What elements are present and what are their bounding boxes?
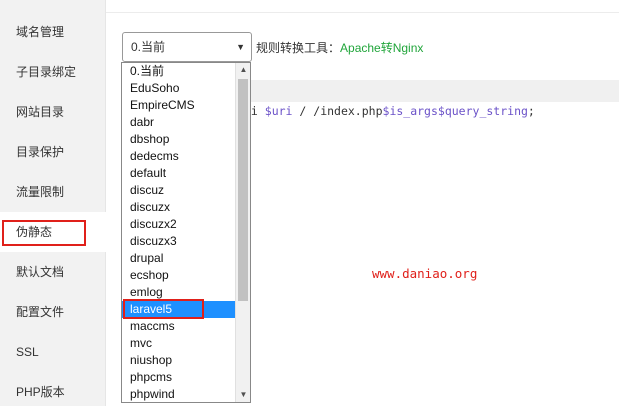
sidebar-item-default-doc[interactable]: 默认文档 <box>0 252 106 292</box>
code-line[interactable]: ri $uri / /index.php$is_args$query_strin… <box>244 104 535 118</box>
sidebar-item-dir-protect[interactable]: 目录保护 <box>0 132 106 172</box>
option-item[interactable]: phpcms <box>122 369 235 386</box>
chevron-down-icon: ▼ <box>236 42 245 52</box>
option-item-laravel5[interactable]: laravel5 <box>122 301 235 318</box>
scroll-up-icon[interactable]: ▲ <box>236 63 250 77</box>
sidebar-item-site-dir[interactable]: 网站目录 <box>0 92 106 132</box>
option-item[interactable]: 0.当前 <box>122 63 235 80</box>
option-item[interactable]: emlog <box>122 284 235 301</box>
sidebar-item-domain[interactable]: 域名管理 <box>0 12 106 52</box>
code-variable: $uri <box>264 104 293 118</box>
option-item[interactable]: mvc <box>122 335 235 352</box>
tool-label: 规则转换工具： <box>256 41 341 55</box>
sidebar-item-ssl[interactable]: SSL <box>0 332 106 372</box>
option-item[interactable]: dedecms <box>122 148 235 165</box>
sidebar: 域名管理 子目录绑定 网站目录 目录保护 流量限制 伪静态 默认文档 配置文件 … <box>0 0 106 406</box>
select-value: 0.当前 <box>131 40 166 54</box>
option-item[interactable]: niushop <box>122 352 235 369</box>
rule-convert-tool: 规则转换工具：Apache转Nginx <box>256 39 423 56</box>
option-item[interactable]: default <box>122 165 235 182</box>
rewrite-options-dropdown[interactable]: 0.当前 EduSoho EmpireCMS dabr dbshop dedec… <box>121 62 251 403</box>
option-item[interactable]: drupal <box>122 250 235 267</box>
option-item[interactable]: ecshop <box>122 267 235 284</box>
option-item[interactable]: EduSoho <box>122 80 235 97</box>
sidebar-item-rewrite[interactable]: 伪静态 <box>0 212 106 252</box>
code-token: ; <box>527 104 535 118</box>
option-item[interactable]: discuz <box>122 182 235 199</box>
editor-gutter-bar <box>251 80 619 102</box>
option-item[interactable]: discuzx <box>122 199 235 216</box>
rewrite-template-select[interactable]: 0.当前 ▼ <box>122 32 252 62</box>
sidebar-item-php[interactable]: PHP版本 <box>0 372 106 406</box>
option-item[interactable]: discuzx2 <box>122 216 235 233</box>
sidebar-item-subdir[interactable]: 子目录绑定 <box>0 52 106 92</box>
option-item[interactable]: discuzx3 <box>122 233 235 250</box>
sidebar-item-traffic[interactable]: 流量限制 <box>0 172 106 212</box>
code-token: / /index.php <box>299 104 383 118</box>
option-item[interactable]: phpwind <box>122 386 235 402</box>
option-item[interactable]: dabr <box>122 114 235 131</box>
scroll-down-icon[interactable]: ▼ <box>236 388 250 402</box>
dropdown-scrollbar[interactable]: ▲ ▼ <box>235 63 250 402</box>
apache-to-nginx-link[interactable]: Apache转Nginx <box>340 41 423 55</box>
top-divider <box>106 12 619 13</box>
scroll-thumb[interactable] <box>238 79 248 301</box>
sidebar-item-config[interactable]: 配置文件 <box>0 292 106 332</box>
code-variable: $is_args$query_string <box>382 104 528 118</box>
watermark-text: www.daniao.org <box>372 266 478 281</box>
option-item[interactable]: maccms <box>122 318 235 335</box>
option-item[interactable]: EmpireCMS <box>122 97 235 114</box>
option-item[interactable]: dbshop <box>122 131 235 148</box>
